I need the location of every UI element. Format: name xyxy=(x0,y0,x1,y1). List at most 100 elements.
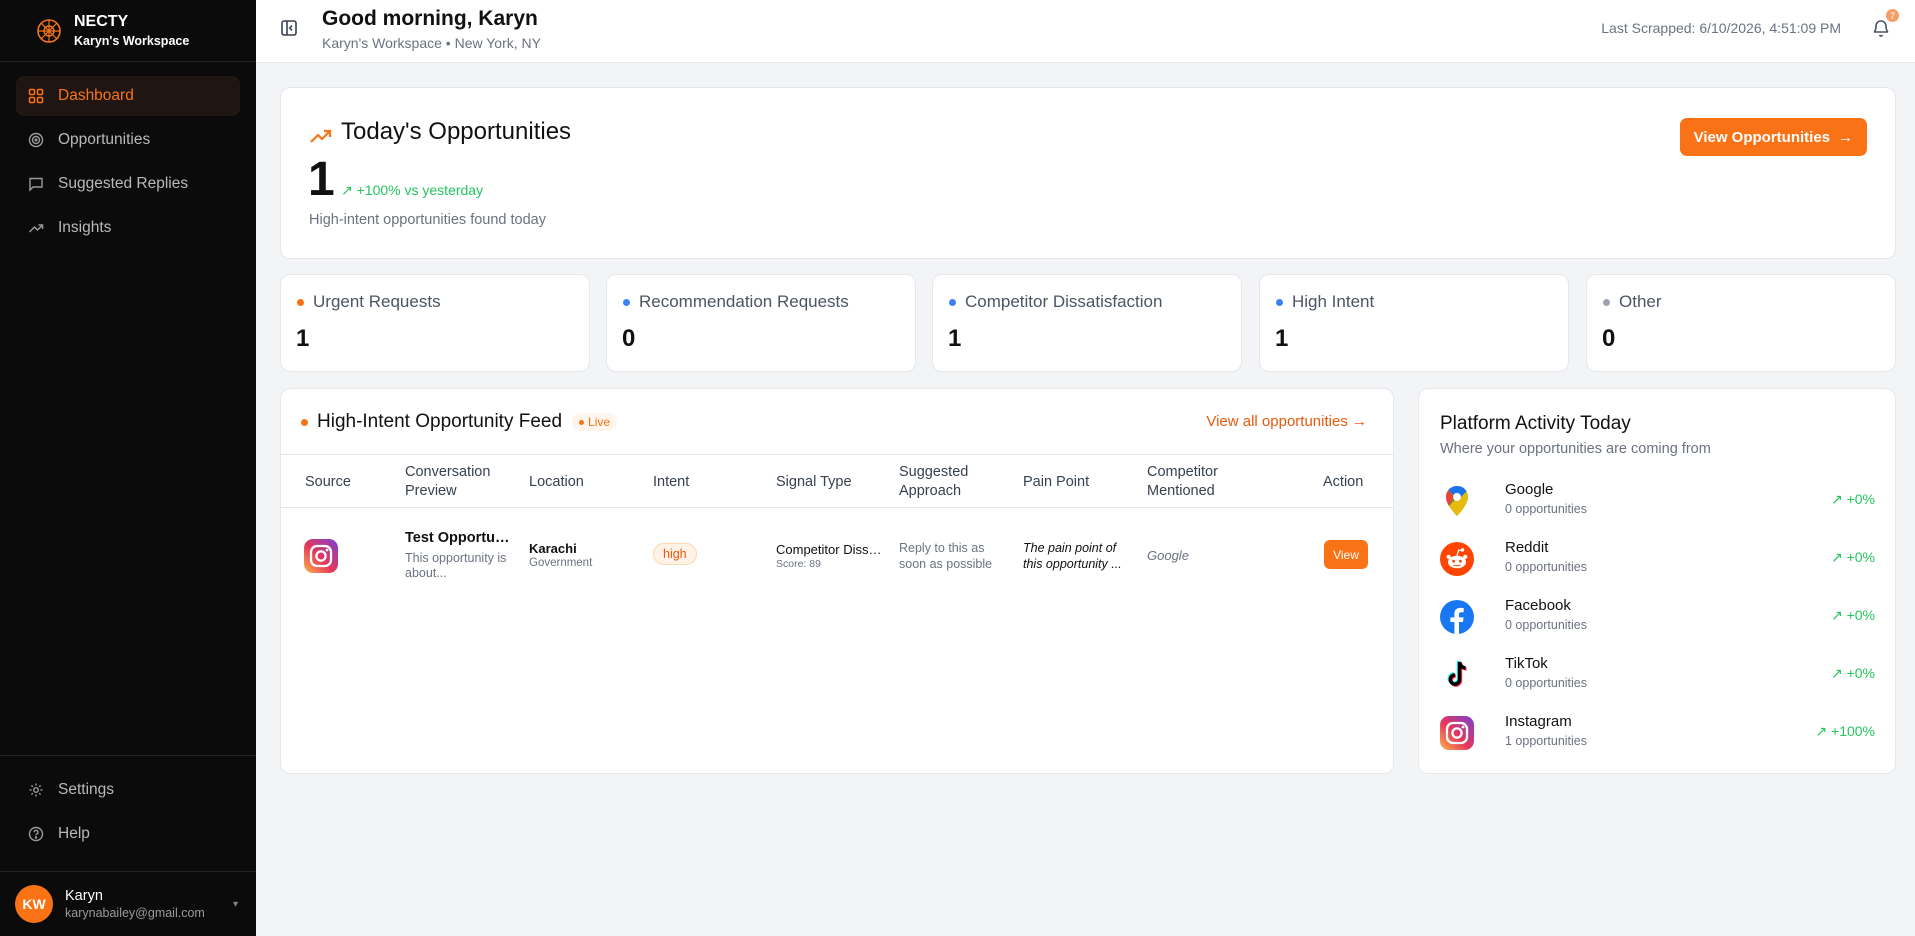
status-dot xyxy=(301,418,308,426)
sidebar-item-help[interactable]: Help xyxy=(16,814,240,854)
platform-delta: ↗ +0% xyxy=(1831,491,1875,508)
sidebar-item-label: Suggested Replies xyxy=(58,175,189,192)
platform-row-tiktok[interactable]: TikTok 0 opportunities ↗ +0% xyxy=(1439,655,1875,697)
avatar: KW xyxy=(15,885,53,923)
stat-card-urgent[interactable]: Urgent Requests 1 xyxy=(280,274,590,372)
platform-name: Reddit xyxy=(1505,539,1549,556)
column-header-location[interactable]: Location xyxy=(529,455,584,509)
sidebar-item-insights[interactable]: Insights xyxy=(16,208,240,248)
platform-delta: ↗ +100% xyxy=(1815,723,1875,740)
user-menu[interactable]: KW Karyn karynabailey@gmail.com ▾ xyxy=(0,872,256,936)
view-opportunities-button[interactable]: View Opportunities → xyxy=(1679,118,1867,156)
column-header-competitor[interactable]: Competitor Mentioned xyxy=(1147,455,1237,509)
location-city: Karachi xyxy=(529,541,577,556)
target-icon xyxy=(28,132,44,148)
google-maps-icon xyxy=(1446,485,1469,516)
location-category: Government xyxy=(529,557,593,569)
stat-value: 1 xyxy=(948,325,962,352)
status-dot xyxy=(949,298,956,306)
column-header-preview[interactable]: Conversation Preview xyxy=(405,455,505,509)
stat-label: Competitor Dissatisfaction xyxy=(949,292,1162,312)
stat-value: 0 xyxy=(1602,325,1616,352)
notification-badge: 7 xyxy=(1886,9,1899,22)
stat-label-text: High Intent xyxy=(1292,292,1375,311)
competitor-mentioned: Google xyxy=(1147,548,1189,563)
view-button[interactable]: View xyxy=(1324,540,1368,569)
stat-card-other[interactable]: Other 0 xyxy=(1586,274,1896,372)
sidebar-toggle-icon[interactable] xyxy=(280,19,298,37)
column-header-source[interactable]: Source xyxy=(305,455,351,509)
delta-text: +100% xyxy=(1831,723,1875,739)
sidebar-item-opportunities[interactable]: Opportunities xyxy=(16,120,240,160)
delta-text: +0% xyxy=(1846,665,1875,681)
page-subtitle: Karyn's Workspace • New York, NY xyxy=(322,35,541,51)
arrow-up-right-icon: ↗ xyxy=(1830,491,1843,507)
column-header-suggested-approach[interactable]: Suggested Approach xyxy=(899,455,989,509)
stat-card-high-intent[interactable]: High Intent 1 xyxy=(1259,274,1569,372)
section-title: Today's Opportunities xyxy=(341,118,572,145)
brand[interactable]: NECTY Karyn's Workspace xyxy=(0,0,256,62)
arrow-right-icon: → xyxy=(1838,128,1853,146)
column-header-signal-type[interactable]: Signal Type xyxy=(776,455,852,509)
stat-label: Other xyxy=(1603,292,1662,312)
arrow-up-right-icon: ↗ xyxy=(1815,723,1828,739)
platform-delta: ↗ +0% xyxy=(1831,549,1875,566)
card-subtitle: High-intent opportunities found today xyxy=(309,212,546,228)
platform-row-reddit[interactable]: Reddit 0 opportunities ↗ +0% xyxy=(1439,539,1875,581)
sidebar-item-settings[interactable]: Settings xyxy=(16,770,240,810)
sidebar-bottom-nav: Settings Help xyxy=(16,770,240,858)
column-header-pain-point[interactable]: Pain Point xyxy=(1023,455,1089,509)
platform-row-instagram[interactable]: Instagram 1 opportunities ↗ +100% xyxy=(1439,713,1875,755)
platform-name: Facebook xyxy=(1505,597,1571,614)
bell-icon[interactable] xyxy=(1871,18,1891,38)
last-scraped-timestamp: Last Scrapped: 6/10/2026, 4:51:09 PM xyxy=(1601,20,1841,36)
pain-point: The pain point of this opportunity ... xyxy=(1023,541,1122,571)
top-header: Good morning, Karyn Karyn's Workspace • … xyxy=(256,0,1915,63)
arrow-right-icon: → xyxy=(1352,413,1367,430)
sidebar-item-label: Help xyxy=(58,825,90,842)
message-square-icon xyxy=(29,177,43,192)
delta-indicator: ↗ +100% vs yesterday xyxy=(341,182,483,199)
feed-title: High-Intent Opportunity Feed Live xyxy=(301,411,618,433)
tiktok-icon xyxy=(1447,660,1467,687)
todays-opportunities-card: Today's Opportunities 1 ↗ +100% vs yeste… xyxy=(280,87,1896,259)
platform-delta: ↗ +0% xyxy=(1831,607,1875,624)
feed-title-text: High-Intent Opportunity Feed xyxy=(317,411,563,432)
sidebar-item-label: Settings xyxy=(58,781,115,798)
arrow-up-right-icon: ↗ xyxy=(1830,607,1843,623)
sidebar-item-suggested-replies[interactable]: Suggested Replies xyxy=(16,164,240,204)
user-email: karynabailey@gmail.com xyxy=(65,906,205,920)
stat-label-text: Other xyxy=(1619,292,1662,311)
page-title: Good morning, Karyn xyxy=(322,7,538,30)
delta-text: +0% xyxy=(1846,607,1875,623)
sidebar-item-label: Opportunities xyxy=(58,131,151,148)
column-header-intent[interactable]: Intent xyxy=(653,455,689,509)
platform-row-facebook[interactable]: Facebook 0 opportunities ↗ +0% xyxy=(1439,597,1875,639)
view-all-opportunities-link[interactable]: View all opportunities → xyxy=(1206,413,1367,430)
platform-count: 0 opportunities xyxy=(1505,502,1588,516)
live-badge: Live xyxy=(572,413,618,431)
platform-row-google[interactable]: Google 0 opportunities ↗ +0% xyxy=(1439,481,1875,523)
stat-card-competitor[interactable]: Competitor Dissatisfaction 1 xyxy=(932,274,1242,372)
table-header: Source Conversation Preview Location Int… xyxy=(281,454,1393,508)
sidebar-item-dashboard[interactable]: Dashboard xyxy=(16,76,240,116)
stat-label: Recommendation Requests xyxy=(623,292,849,312)
stat-card-recommendation[interactable]: Recommendation Requests 0 xyxy=(606,274,916,372)
status-dot xyxy=(1276,298,1283,306)
platform-delta: ↗ +0% xyxy=(1831,665,1875,682)
help-circle-icon xyxy=(28,826,44,842)
delta-text: +0% xyxy=(1846,491,1875,507)
platform-count: 0 opportunities xyxy=(1505,676,1588,690)
column-header-action[interactable]: Action xyxy=(1323,455,1363,509)
table-row[interactable]: Test Opportunity This opportunity is abo… xyxy=(281,509,1393,601)
workspace-name: Karyn's Workspace xyxy=(74,34,190,48)
platform-name: Google xyxy=(1505,481,1554,498)
arrow-up-right-icon: ↗ xyxy=(1830,665,1843,681)
arrow-up-right-icon: ↗ xyxy=(341,182,353,198)
delta-text: +0% xyxy=(1846,549,1875,565)
stat-label-text: Competitor Dissatisfaction xyxy=(965,292,1163,311)
opportunity-feed-card: High-Intent Opportunity Feed Live View a… xyxy=(280,388,1394,774)
stat-value: 1 xyxy=(1275,325,1289,352)
chevron-down-icon: ▾ xyxy=(232,899,238,910)
platform-count: 1 opportunities xyxy=(1505,734,1588,748)
